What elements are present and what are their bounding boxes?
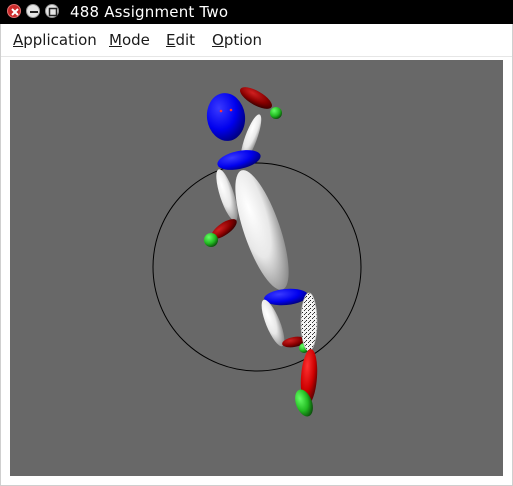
hand-right <box>270 107 282 119</box>
menu-application[interactable]: Application <box>13 31 97 49</box>
menu-application-mnemonic: A <box>13 31 24 49</box>
minimize-icon[interactable] <box>26 4 40 18</box>
menu-option-label: ption <box>223 31 263 49</box>
head <box>206 93 246 141</box>
window-title: 488 Assignment Two <box>70 3 229 21</box>
scene-canvas[interactable] <box>10 60 503 476</box>
eye-right <box>229 108 233 112</box>
close-icon[interactable] <box>7 4 21 18</box>
maximize-icon[interactable] <box>45 4 59 18</box>
menu-mode[interactable]: Mode <box>109 31 150 49</box>
menu-option-mnemonic: O <box>212 31 224 49</box>
eye-left <box>219 109 223 113</box>
menu-edit[interactable]: Edit <box>166 31 195 49</box>
torso <box>235 170 289 290</box>
menu-option[interactable]: Option <box>212 31 262 49</box>
menu-bar: Application Mode Edit Option <box>0 24 513 57</box>
menu-mode-label: ode <box>121 31 150 49</box>
menu-application-label: pplication <box>23 31 97 49</box>
title-bar[interactable]: 488 Assignment Two <box>0 0 513 24</box>
hand-left <box>204 233 218 247</box>
gl-viewport[interactable] <box>10 60 503 476</box>
menu-mode-mnemonic: M <box>109 31 122 49</box>
menu-edit-label: dit <box>175 31 196 49</box>
thigh-right-selected <box>300 292 318 352</box>
